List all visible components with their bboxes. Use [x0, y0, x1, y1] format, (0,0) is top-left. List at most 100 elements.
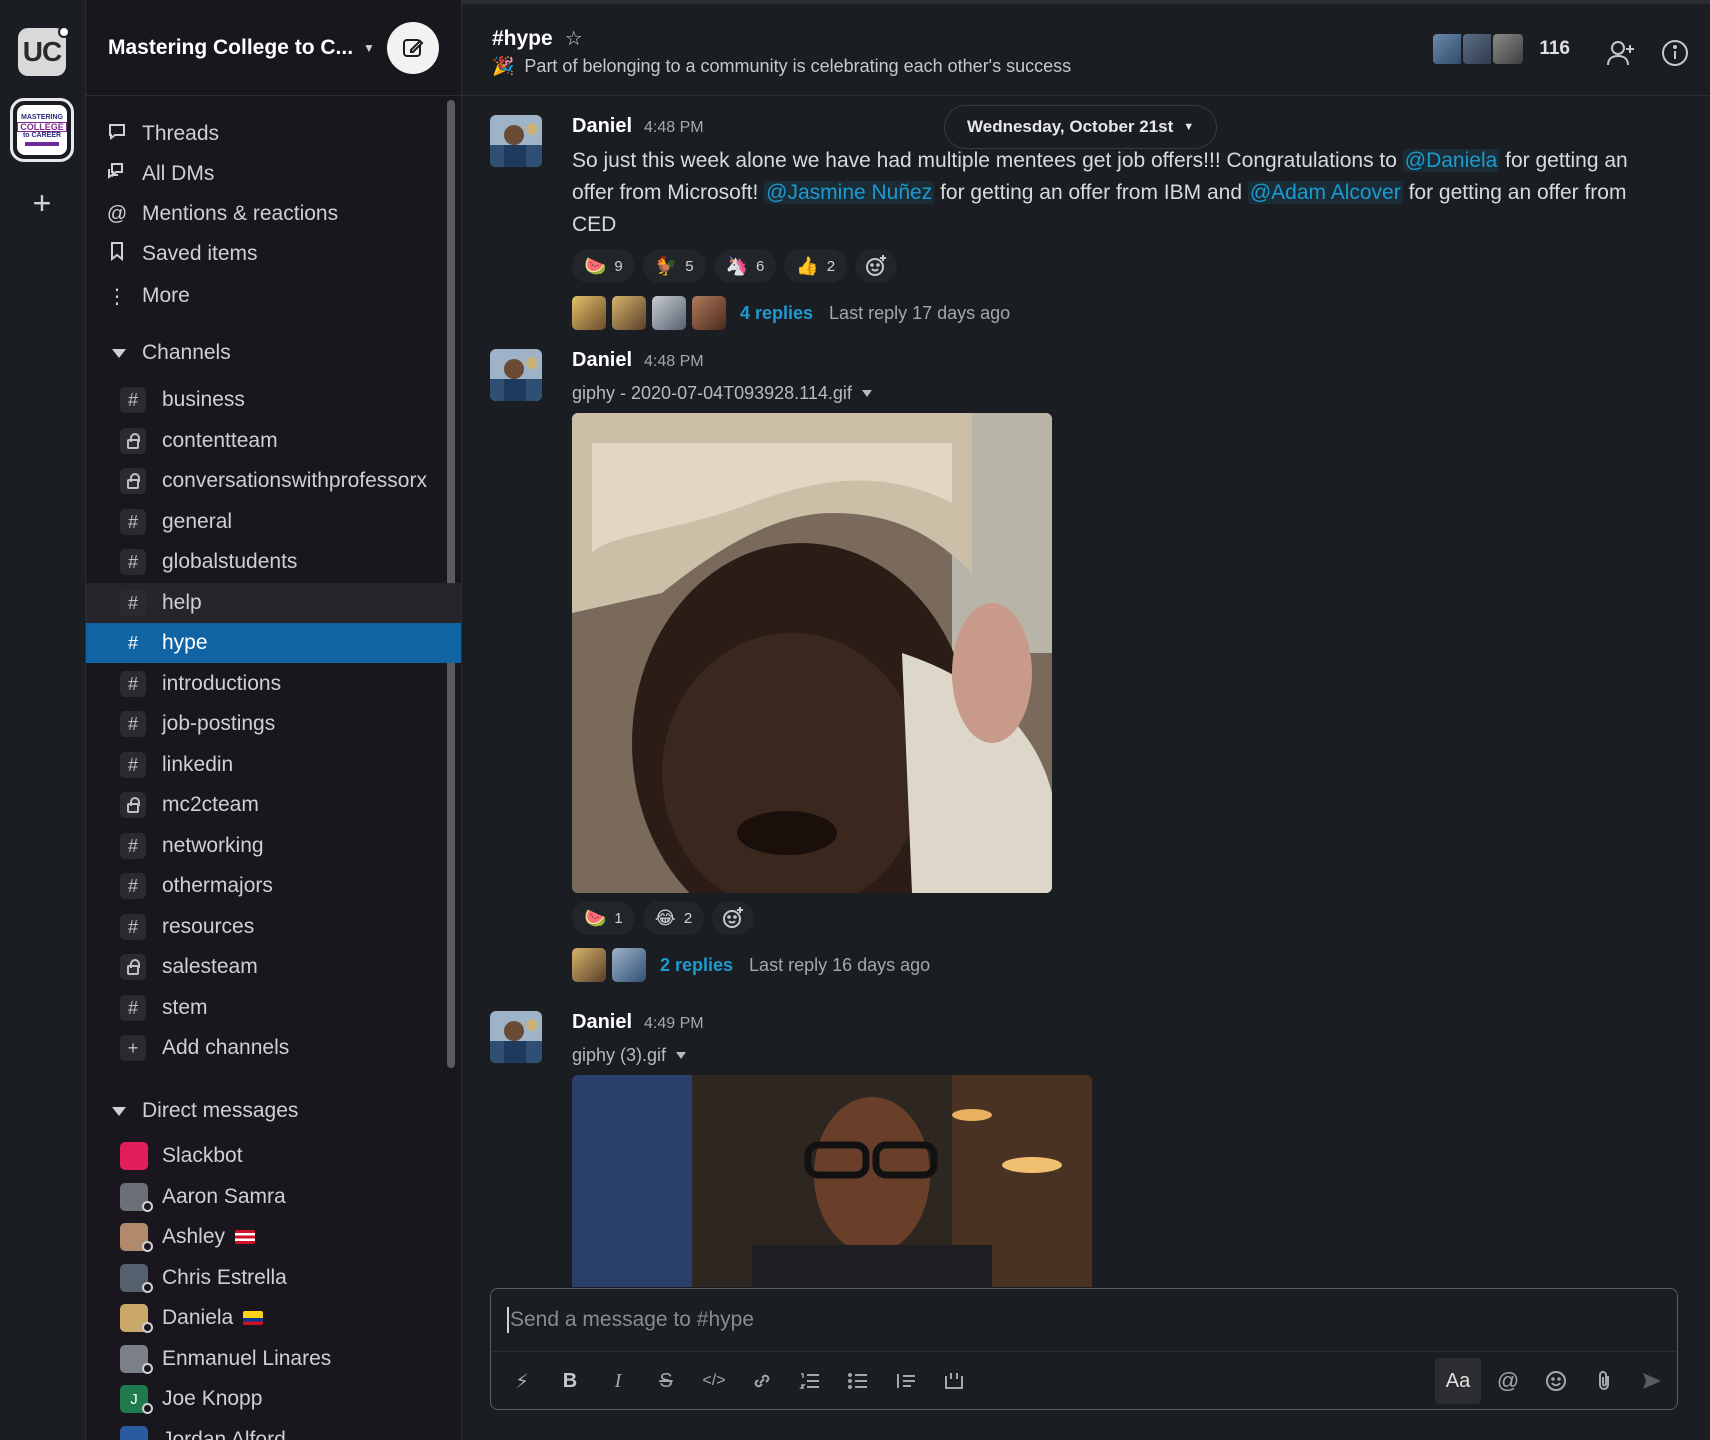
chevron-down-icon: ▼: [1183, 121, 1195, 133]
channel-introductions[interactable]: # introductions: [86, 664, 461, 704]
author-avatar[interactable]: [490, 349, 542, 401]
file-name-toggle[interactable]: giphy - 2020-07-04T093928.114.gif: [572, 379, 1672, 407]
message-list[interactable]: Wednesday, October 21st ▼ Daniel 4:48 PM…: [462, 97, 1710, 1287]
channel-business[interactable]: # business: [86, 380, 461, 420]
author-avatar[interactable]: [490, 1011, 542, 1063]
channel-help[interactable]: # help: [86, 583, 461, 623]
hash-icon: #: [120, 833, 146, 859]
strikethrough-button[interactable]: S: [649, 1364, 683, 1398]
channel-globalstudents[interactable]: # globalstudents: [86, 542, 461, 582]
channel-stem[interactable]: # stem: [86, 988, 461, 1028]
presence-indicator: [142, 1403, 153, 1414]
dm-daniela[interactable]: Daniela: [86, 1298, 461, 1338]
channel-header: #hype ☆ 🎉 Part of belonging to a communi…: [462, 4, 1710, 96]
timestamp[interactable]: 4:49 PM: [644, 1015, 704, 1033]
dm-chris-estrella[interactable]: Chris Estrella: [86, 1258, 461, 1298]
italic-button[interactable]: I: [601, 1364, 635, 1398]
channel-networking[interactable]: # networking: [86, 826, 461, 866]
code-block-button[interactable]: [937, 1364, 971, 1398]
last-reply-time: Last reply 16 days ago: [749, 954, 931, 975]
replies-link[interactable]: 4 replies: [740, 303, 813, 324]
replies-link[interactable]: 2 replies: [660, 955, 733, 976]
file-name-toggle[interactable]: giphy (3).gif: [572, 1041, 1672, 1069]
ordered-list-button[interactable]: [793, 1364, 827, 1398]
thread-summary[interactable]: 2 replies Last reply 16 days ago: [572, 947, 1672, 983]
reaction-thumbs-up[interactable]: 👍 2: [784, 249, 848, 283]
nav-saved[interactable]: Saved items: [106, 236, 258, 272]
shortcuts-button[interactable]: ⚡: [505, 1364, 539, 1398]
channels-section-toggle[interactable]: Channels: [112, 336, 231, 370]
channel-linkedin[interactable]: # linkedin: [86, 745, 461, 785]
add-reaction-button[interactable]: [712, 901, 755, 935]
dm-enmanuel-linares[interactable]: Enmanuel Linares: [86, 1339, 461, 1379]
workspace-mastering-college-button[interactable]: MASTERING COLLEGE to CAREER: [10, 98, 74, 162]
dm-section-toggle[interactable]: Direct messages: [112, 1094, 298, 1128]
channel-othermajors[interactable]: # othermajors: [86, 866, 461, 906]
mention-link[interactable]: @Adam Alcover: [1247, 181, 1403, 204]
author-name[interactable]: Daniel: [572, 349, 632, 372]
reaction-watermelon[interactable]: 🍉 9: [572, 249, 635, 283]
reaction-joy[interactable]: 😂 2: [642, 901, 705, 935]
attach-button[interactable]: [1587, 1364, 1621, 1398]
thread-summary[interactable]: 4 replies Last reply 17 days ago: [572, 295, 1672, 331]
channel-topic[interactable]: 🎉 Part of belonging to a community is ce…: [492, 56, 1071, 77]
mention-link[interactable]: @Jasmine Nuñez: [764, 181, 935, 204]
channel-label: help: [162, 591, 202, 614]
gif-image[interactable]: [572, 1075, 1092, 1287]
channel-salesteam[interactable]: salesteam: [86, 947, 461, 987]
date-divider-button[interactable]: Wednesday, October 21st ▼: [944, 105, 1218, 149]
channel-hype[interactable]: # hype: [86, 623, 461, 663]
nav-more[interactable]: ⋮ More: [106, 278, 190, 314]
channel-conversationswithprofessorx[interactable]: conversationswithprofessorx: [86, 461, 461, 501]
dm-slackbot[interactable]: Slackbot: [86, 1136, 461, 1176]
reaction-rooster[interactable]: 🐓 5: [642, 249, 706, 283]
compose-button[interactable]: [387, 22, 439, 74]
channel-mc2cteam[interactable]: mc2cteam: [86, 785, 461, 825]
reaction-watermelon[interactable]: 🍉 1: [572, 901, 635, 935]
add-workspace-button[interactable]: +: [28, 187, 56, 219]
channel-job-postings[interactable]: # job-postings: [86, 704, 461, 744]
add-reaction-button[interactable]: [855, 249, 898, 283]
mention-link[interactable]: @Daniela: [1402, 149, 1500, 172]
author-name[interactable]: Daniel: [572, 115, 632, 138]
code-button[interactable]: </>: [697, 1364, 731, 1398]
nav-all-dms[interactable]: All DMs: [106, 156, 214, 192]
workspace-menu-button[interactable]: Mastering College to C... ▼: [108, 36, 375, 60]
member-list-button[interactable]: 116: [1431, 32, 1570, 66]
hash-icon: #: [120, 995, 146, 1021]
author-name[interactable]: Daniel: [572, 1011, 632, 1034]
add-channels-button[interactable]: + Add channels: [86, 1028, 461, 1068]
timestamp[interactable]: 4:48 PM: [644, 119, 704, 137]
emoji-button[interactable]: [1539, 1364, 1573, 1398]
nav-threads[interactable]: Threads: [106, 116, 219, 152]
channel-resources[interactable]: # resources: [86, 907, 461, 947]
send-button[interactable]: [1635, 1364, 1669, 1398]
nav-mentions[interactable]: @ Mentions & reactions: [106, 196, 338, 232]
message-composer[interactable]: Send a message to #hype ⚡ B I S </> Aa @: [490, 1288, 1678, 1410]
channel-contentteam[interactable]: contentteam: [86, 421, 461, 461]
bold-button[interactable]: B: [553, 1364, 587, 1398]
channel-name-button[interactable]: #hype ☆: [492, 26, 583, 51]
message-input[interactable]: Send a message to #hype: [507, 1307, 754, 1333]
blockquote-button[interactable]: [889, 1364, 923, 1398]
dm-label: Slackbot: [162, 1144, 243, 1168]
mention-button[interactable]: @: [1491, 1364, 1525, 1398]
channel-general[interactable]: # general: [86, 502, 461, 542]
dm-jordan-alford[interactable]: Jordan Alford: [86, 1420, 461, 1440]
gif-image[interactable]: [572, 413, 1052, 893]
formatting-toggle-button[interactable]: Aa: [1435, 1358, 1481, 1404]
channel-details-button[interactable]: [1660, 38, 1690, 68]
dm-joe-knopp[interactable]: J Joe Knopp: [86, 1379, 461, 1419]
dm-ashley[interactable]: Ashley: [86, 1217, 461, 1257]
timestamp[interactable]: 4:48 PM: [644, 353, 704, 371]
bullet-list-button[interactable]: [841, 1364, 875, 1398]
link-button[interactable]: [745, 1364, 779, 1398]
star-icon[interactable]: ☆: [565, 26, 583, 51]
hash-icon: #: [120, 509, 146, 535]
add-people-button[interactable]: [1606, 38, 1636, 68]
author-avatar[interactable]: [490, 115, 542, 167]
text-segment: So just this week alone we have had mult…: [572, 149, 1403, 172]
dm-aaron-samra[interactable]: Aaron Samra: [86, 1177, 461, 1217]
dm-name: Ashley: [162, 1225, 226, 1248]
reaction-unicorn[interactable]: 🦄 6: [713, 249, 777, 283]
